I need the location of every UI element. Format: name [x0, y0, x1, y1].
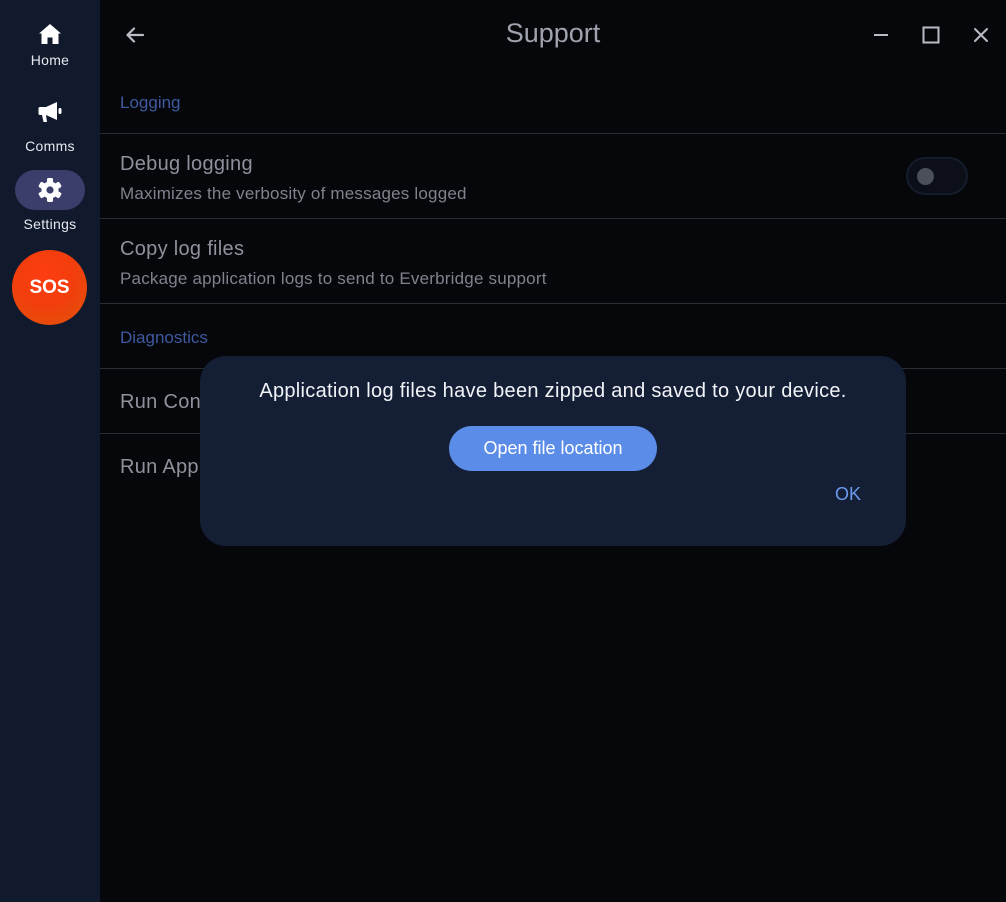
title-bar: Support: [100, 0, 1006, 70]
copy-log-files-title: Copy log files: [120, 238, 245, 260]
megaphone-icon: [15, 92, 85, 132]
sidebar: Home Comms Settings SOS: [0, 0, 100, 902]
back-button[interactable]: [120, 20, 150, 50]
maximize-icon: [922, 26, 940, 44]
sidebar-item-home[interactable]: Home: [0, 14, 100, 68]
debug-logging-title: Debug logging: [120, 153, 253, 175]
sidebar-item-label: Settings: [23, 216, 77, 232]
copy-log-files-subtitle: Package application logs to send to Ever…: [120, 269, 547, 288]
sidebar-item-settings[interactable]: Settings: [0, 170, 100, 232]
toggle-knob: [917, 168, 934, 185]
divider: [100, 303, 1006, 304]
open-file-location-button[interactable]: Open file location: [449, 426, 657, 471]
confirmation-dialog: Application log files have been zipped a…: [200, 356, 906, 546]
app-window: Home Comms Settings SOS Support Logging …: [0, 0, 1006, 902]
minimize-icon: [874, 34, 888, 36]
debug-logging-toggle[interactable]: [906, 157, 968, 195]
section-header-logging: Logging: [120, 93, 181, 112]
copy-log-files-row[interactable]: Copy log files Package application logs …: [100, 219, 1006, 303]
diagnostics-row-title: Run App: [120, 456, 199, 478]
maximize-button[interactable]: [916, 20, 946, 50]
close-button[interactable]: [966, 20, 996, 50]
minimize-button[interactable]: [866, 20, 896, 50]
sos-button[interactable]: SOS: [12, 250, 87, 325]
sidebar-item-label: Home: [30, 52, 70, 68]
section-header-diagnostics: Diagnostics: [120, 328, 208, 347]
sidebar-item-label: Comms: [25, 138, 75, 154]
ok-button[interactable]: OK: [825, 481, 871, 507]
gear-icon: [15, 170, 85, 210]
debug-logging-subtitle: Maximizes the verbosity of messages logg…: [120, 184, 467, 203]
sidebar-item-comms[interactable]: Comms: [0, 92, 100, 154]
arrow-left-icon: [126, 27, 145, 43]
close-icon: [974, 28, 988, 42]
diagnostics-row-title: Run Con: [120, 391, 202, 413]
dialog-message: Application log files have been zipped a…: [259, 380, 847, 402]
debug-logging-row[interactable]: Debug logging Maximizes the verbosity of…: [100, 134, 1006, 218]
home-icon: [15, 14, 85, 54]
